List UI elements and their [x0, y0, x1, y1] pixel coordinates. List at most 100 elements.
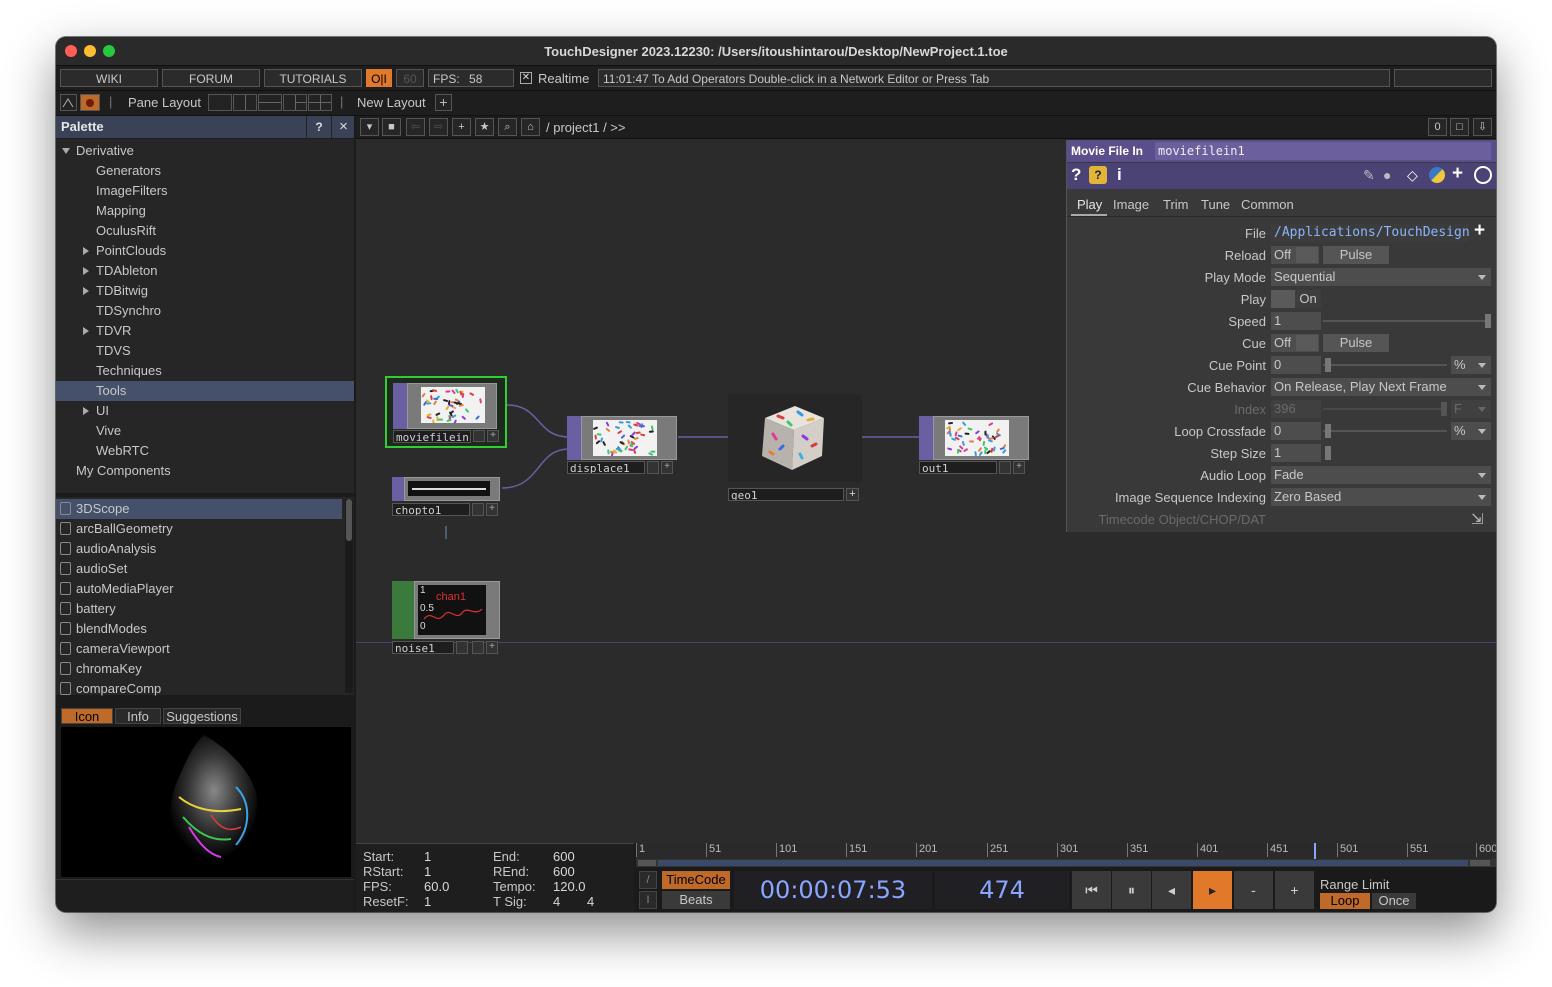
comment-icon[interactable]: ●: [1383, 167, 1391, 183]
palette-tree-item[interactable]: TDBitwig: [56, 281, 354, 301]
node-moviefilein1[interactable]: moviefilein1 +: [385, 376, 507, 448]
menu-dropdown-icon[interactable]: ▾: [360, 118, 379, 136]
node-viewer-flag[interactable]: [472, 503, 484, 516]
param-stepsize-field[interactable]: 1: [1271, 444, 1321, 462]
param-playmode-dropdown[interactable]: Sequential: [1271, 268, 1491, 286]
tutorials-button[interactable]: TUTORIALS: [264, 69, 362, 87]
tab-common[interactable]: Common: [1241, 197, 1294, 212]
timecode-toggle[interactable]: TimeCode: [662, 871, 730, 889]
param-loopcrossfade-slider[interactable]: [1323, 430, 1447, 432]
palette-tree-item[interactable]: PointClouds: [56, 241, 354, 261]
timecode-display[interactable]: 00:00:07:53: [734, 871, 932, 909]
node-add-icon[interactable]: +: [661, 461, 673, 474]
param-audioloop-dropdown[interactable]: Fade: [1271, 466, 1491, 484]
forward-icon[interactable]: ⇨: [429, 118, 448, 136]
component-list-item[interactable]: audioAnalysis: [56, 539, 342, 559]
rewind-button[interactable]: ⏮: [1072, 871, 1111, 909]
palette-tree-item[interactable]: TDVR: [56, 321, 354, 341]
timeline-range-bar[interactable]: [636, 859, 1496, 867]
palette-tree-item[interactable]: UI: [56, 401, 354, 421]
beats-toggle[interactable]: Beats: [662, 891, 730, 909]
node-bypass-flag[interactable]: [472, 641, 484, 654]
param-cuebehavior-dropdown[interactable]: On Release, Play Next Frame: [1271, 378, 1491, 396]
tab-tune[interactable]: Tune: [1201, 197, 1230, 212]
range-end-handle[interactable]: [1470, 860, 1490, 866]
node-name[interactable]: chopto1: [392, 503, 470, 516]
tl-rend-value[interactable]: 600: [553, 864, 575, 879]
tl-tsig-a[interactable]: 4: [553, 894, 560, 909]
collapsed-arrow-icon[interactable]: [83, 287, 89, 295]
realtime-checkbox[interactable]: ✕: [520, 72, 532, 84]
help-icon[interactable]: ?: [1071, 165, 1081, 185]
palette-tree-item[interactable]: Techniques: [56, 361, 354, 381]
node-out1[interactable]: out1 +: [919, 416, 1030, 478]
param-timecode-drop-icon[interactable]: ⇲: [1471, 510, 1484, 528]
zoom-fit-icon[interactable]: ⌕: [498, 118, 517, 136]
expanded-arrow-icon[interactable]: [62, 148, 70, 154]
collapsed-arrow-icon[interactable]: [83, 327, 89, 335]
param-speed-knob[interactable]: [1485, 314, 1491, 328]
param-loopcrossfade-unit-dropdown[interactable]: %: [1451, 422, 1491, 440]
clear-icon[interactable]: ◇: [1407, 167, 1418, 184]
component-list-item[interactable]: arcBallGeometry: [56, 519, 342, 539]
pane-layout-three-icon[interactable]: [283, 94, 307, 111]
palette-tree-item[interactable]: WebRTC: [56, 441, 354, 461]
python-help-icon[interactable]: ?: [1089, 166, 1107, 184]
step-minus-button[interactable]: -: [1234, 871, 1273, 909]
component-list-scroll-thumb[interactable]: [346, 499, 352, 541]
collapsed-arrow-icon[interactable]: [83, 247, 89, 255]
oi-toggle[interactable]: O|I: [366, 69, 392, 87]
tab-play[interactable]: Play: [1077, 197, 1102, 212]
pane-layout-single-icon[interactable]: [208, 94, 232, 111]
tl-tsig-b[interactable]: 4: [587, 894, 594, 909]
palette-tree-item[interactable]: TDSynchro: [56, 301, 354, 321]
maximize-pane-icon[interactable]: □: [1450, 118, 1469, 136]
collapsed-arrow-icon[interactable]: [83, 407, 89, 415]
palette-tree-item[interactable]: Mapping: [56, 201, 354, 221]
timeline-playhead[interactable]: [1314, 843, 1316, 859]
tl-end-value[interactable]: 600: [553, 849, 575, 864]
node-add-icon[interactable]: +: [1013, 461, 1025, 474]
bookmark-star-icon[interactable]: ★: [475, 118, 494, 136]
python-icon[interactable]: [1429, 167, 1445, 183]
node-name[interactable]: geo1: [728, 488, 844, 501]
info-icon[interactable]: i: [1117, 165, 1122, 185]
param-file-field[interactable]: /Applications/TouchDesign: [1271, 224, 1469, 242]
timeline-mode-icon-2[interactable]: I: [639, 891, 657, 909]
back-icon[interactable]: ⇦: [406, 118, 425, 136]
step-back-button[interactable]: ◂: [1152, 871, 1191, 909]
add-param-icon[interactable]: +: [1452, 163, 1463, 185]
param-speed-field[interactable]: 1: [1271, 312, 1321, 330]
node-noise1[interactable]: 1 0.5 0 chan1 noise1 +: [392, 581, 502, 657]
collapsed-arrow-icon[interactable]: [83, 267, 89, 275]
pane-layout-split-vertical-icon[interactable]: [233, 94, 257, 111]
pane-layout-quad-icon[interactable]: [308, 94, 332, 111]
component-list-item[interactable]: chromaKey: [56, 659, 342, 679]
loop-button[interactable]: Loop: [1320, 893, 1370, 909]
tl-rstart-value[interactable]: 1: [424, 864, 431, 879]
node-add-icon[interactable]: +: [486, 641, 498, 654]
edit-pencil-icon[interactable]: ✎: [1363, 167, 1375, 184]
palette-close-button[interactable]: ×: [331, 116, 355, 138]
operator-name-field[interactable]: moviefilein1: [1155, 142, 1491, 160]
tab-info[interactable]: Info: [115, 708, 161, 724]
palette-tree-item[interactable]: Vive: [56, 421, 354, 441]
range-start-handle[interactable]: [638, 860, 656, 866]
tab-suggestions[interactable]: Suggestions: [163, 708, 241, 724]
tl-resetf-value[interactable]: 1: [424, 894, 431, 909]
pause-button[interactable]: ⏸: [1112, 871, 1151, 909]
once-button[interactable]: Once: [1372, 893, 1416, 909]
target-icon[interactable]: [1474, 166, 1492, 184]
pane-menu-icon[interactable]: ⇩: [1473, 118, 1492, 136]
tab-image[interactable]: Image: [1113, 197, 1149, 212]
stop-icon[interactable]: ■: [382, 118, 401, 136]
step-plus-button[interactable]: +: [1275, 871, 1314, 909]
component-list-item[interactable]: blendModes: [56, 619, 342, 639]
param-cue-pulse-button[interactable]: Pulse: [1323, 334, 1389, 352]
wiki-button[interactable]: WIKI: [60, 69, 158, 87]
node-name[interactable]: noise1: [392, 641, 454, 654]
tab-icon[interactable]: Icon: [61, 708, 113, 724]
param-cuepoint-unit-dropdown[interactable]: %: [1451, 356, 1491, 374]
palette-tree-item[interactable]: TDAbleton: [56, 261, 354, 281]
node-viewer-flag[interactable]: [456, 641, 468, 654]
